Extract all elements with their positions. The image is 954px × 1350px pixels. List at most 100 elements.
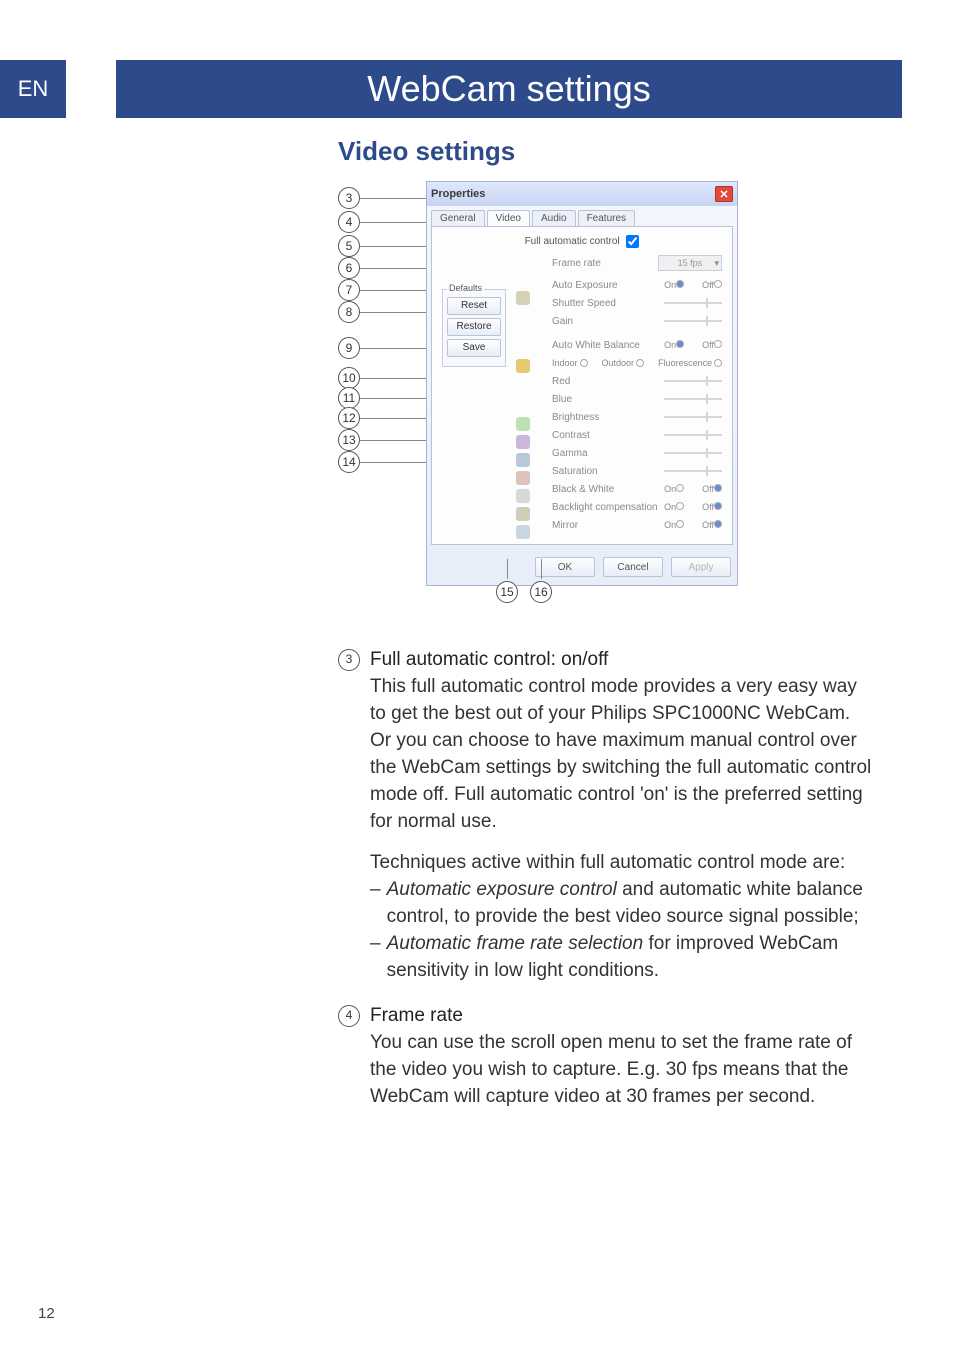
page-number: 12 <box>38 1305 55 1322</box>
row-saturation: Saturation <box>552 466 664 477</box>
row-autoexposure: Auto Exposure <box>552 280 664 291</box>
contrast-icon <box>516 435 530 449</box>
callout-5: 5 <box>338 235 360 257</box>
item3-b1a: Automatic exposure control <box>387 879 617 900</box>
save-button[interactable]: Save <box>447 339 501 357</box>
gain-slider[interactable] <box>664 320 722 322</box>
row-contrast: Contrast <box>552 430 664 441</box>
on-label: On <box>664 280 676 290</box>
blue-slider[interactable] <box>664 398 722 400</box>
bw-on-l: On <box>664 484 676 494</box>
item3-p3: Techniques active within full automatic … <box>370 850 872 877</box>
item4-marker: 4 <box>338 1005 360 1027</box>
section-subtitle: Video settings <box>338 136 872 167</box>
apply-button[interactable]: Apply <box>671 557 731 577</box>
shutter-slider[interactable] <box>664 302 722 304</box>
bw-on-radio[interactable] <box>676 484 684 492</box>
bw-icon <box>516 489 530 503</box>
full-auto-checkbox[interactable] <box>626 235 639 248</box>
page-title: WebCam settings <box>116 60 902 118</box>
item4-p1: You can use the scroll open menu to set … <box>370 1030 872 1111</box>
brightness-slider[interactable] <box>664 416 722 418</box>
on-label-wb: On <box>664 340 676 350</box>
callout-11: 11 <box>338 387 360 409</box>
mr-off-l: Off <box>702 520 714 530</box>
callout-10: 10 <box>338 367 360 389</box>
gamma-icon <box>516 453 530 467</box>
framerate-dropdown[interactable]: 15 fps <box>658 255 722 271</box>
defaults-group: Defaults Reset Restore Save <box>442 289 506 367</box>
defaults-legend: Defaults <box>447 283 484 293</box>
row-backlight: Backlight compensation <box>552 502 664 513</box>
reset-button[interactable]: Reset <box>447 297 501 315</box>
bw-off-l: Off <box>702 484 714 494</box>
callout-14: 14 <box>338 451 360 473</box>
mirror-icon <box>516 525 530 539</box>
callout-9: 9 <box>338 337 360 359</box>
outdoor-label: Outdoor <box>602 358 635 368</box>
row-framerate: Frame rate <box>552 258 658 269</box>
gamma-slider[interactable] <box>664 452 722 454</box>
properties-figure: 3 4 5 6 7 8 9 10 11 12 13 14 Properties … <box>338 181 872 621</box>
language-badge: EN <box>0 60 66 118</box>
callout-8: 8 <box>338 301 360 323</box>
row-bw: Black & White <box>552 484 664 495</box>
fluorescence-label: Fluorescence <box>658 358 712 368</box>
item3-p1: This full automatic control mode provide… <box>370 674 872 728</box>
backlight-icon <box>516 507 530 521</box>
dialog-title: Properties <box>431 188 485 200</box>
tab-video[interactable]: Video <box>487 210 530 226</box>
brightness-icon <box>516 417 530 431</box>
saturation-icon <box>516 471 530 485</box>
indoor-radio[interactable] <box>580 359 588 367</box>
item3-b2a: Automatic frame rate selection <box>387 933 644 954</box>
awb-on-radio[interactable] <box>676 340 684 348</box>
mr-on-radio[interactable] <box>676 520 684 528</box>
mr-on-l: On <box>664 520 676 530</box>
item3-title: Full automatic control: on/off <box>370 647 872 674</box>
callout-13: 13 <box>338 429 360 451</box>
close-icon[interactable]: ✕ <box>715 186 733 202</box>
exposure-icon <box>516 359 530 373</box>
red-slider[interactable] <box>664 380 722 382</box>
callout-6: 6 <box>338 257 360 279</box>
mr-off-radio[interactable] <box>714 520 722 528</box>
bl-on-l: On <box>664 502 676 512</box>
row-red: Red <box>552 376 664 387</box>
item3-marker: 3 <box>338 649 360 671</box>
outdoor-radio[interactable] <box>636 359 644 367</box>
saturation-slider[interactable] <box>664 470 722 472</box>
row-gamma: Gamma <box>552 448 664 459</box>
framerate-icon <box>516 291 530 305</box>
callout-12: 12 <box>338 407 360 429</box>
tab-audio[interactable]: Audio <box>532 210 576 226</box>
awb-off-radio[interactable] <box>714 340 722 348</box>
tab-general[interactable]: General <box>431 210 485 226</box>
bl-on-radio[interactable] <box>676 502 684 510</box>
autoexposure-on-radio[interactable] <box>676 280 684 288</box>
bl-off-radio[interactable] <box>714 502 722 510</box>
callout-16: 16 <box>530 581 552 603</box>
row-brightness: Brightness <box>552 412 664 423</box>
bw-off-radio[interactable] <box>714 484 722 492</box>
cancel-button[interactable]: Cancel <box>603 557 663 577</box>
off-label-wb: Off <box>702 340 714 350</box>
row-shutter: Shutter Speed <box>552 298 664 309</box>
item4-title: Frame rate <box>370 1003 872 1030</box>
contrast-slider[interactable] <box>664 434 722 436</box>
bl-off-l: Off <box>702 502 714 512</box>
full-auto-label: Full automatic control <box>525 236 620 247</box>
row-gain: Gain <box>552 316 664 327</box>
callout-4: 4 <box>338 211 360 233</box>
properties-dialog: Properties ✕ General Video Audio Feature… <box>426 181 738 586</box>
item3-p2: Or you can choose to have maximum manual… <box>370 728 872 836</box>
row-mirror: Mirror <box>552 520 664 531</box>
autoexposure-off-radio[interactable] <box>714 280 722 288</box>
fluorescence-radio[interactable] <box>714 359 722 367</box>
tab-features[interactable]: Features <box>578 210 635 226</box>
restore-button[interactable]: Restore <box>447 318 501 336</box>
row-autowb: Auto White Balance <box>552 340 664 351</box>
callout-7: 7 <box>338 279 360 301</box>
row-blue: Blue <box>552 394 664 405</box>
callout-3: 3 <box>338 187 360 209</box>
